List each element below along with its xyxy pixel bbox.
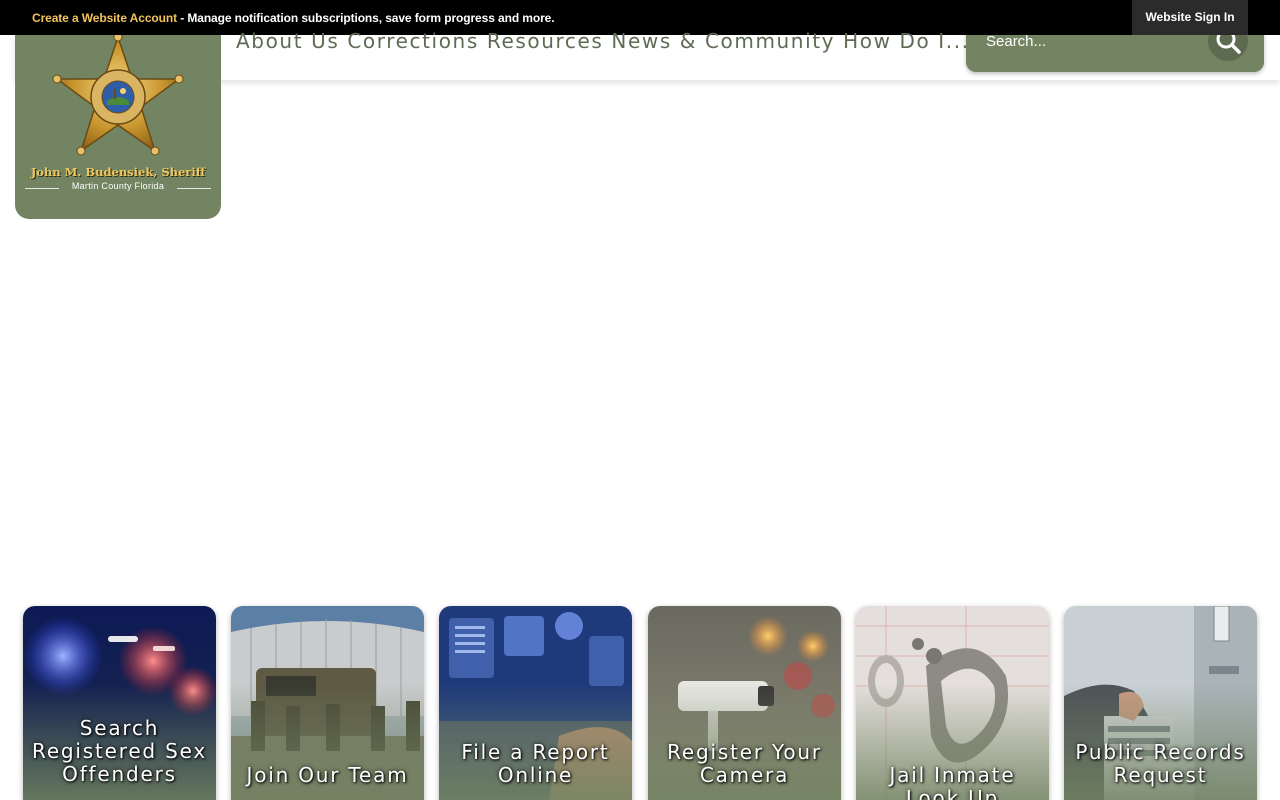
- sheriff-name: John M. Budensiek, Sheriff: [30, 165, 206, 179]
- tile-label: File a Report Online: [461, 740, 610, 787]
- quick-links: Search Registered Sex Offenders Join Our…: [23, 606, 1263, 800]
- nav-item-corrections[interactable]: Corrections: [347, 28, 479, 54]
- create-account-link[interactable]: Create a Website Account: [32, 11, 177, 25]
- tile-register-camera[interactable]: Register Your Camera: [648, 606, 841, 800]
- account-notice-text: - Manage notification subscriptions, sav…: [176, 11, 555, 25]
- search-input[interactable]: Search...: [986, 33, 1046, 50]
- sign-in-button[interactable]: Website Sign In: [1132, 0, 1248, 35]
- tile-label: Public Records Request: [1075, 740, 1246, 787]
- sheriff-logo[interactable]: John M. Budensiek, Sheriff Martin County…: [15, 35, 221, 219]
- account-notice: Create a Website Account - Manage notifi…: [32, 11, 555, 25]
- tile-public-records[interactable]: Public Records Request: [1064, 606, 1257, 800]
- tile-label: Search Registered Sex Offenders: [32, 716, 207, 786]
- county-name: Martin County Florida: [71, 181, 165, 191]
- tile-label: Jail Inmate Look Up: [889, 763, 1016, 800]
- tile-label: Register Your Camera: [667, 740, 822, 787]
- nav-item-news-community[interactable]: News & Community: [611, 28, 835, 54]
- nav-item-how-do-i[interactable]: How Do I...: [843, 28, 970, 54]
- tile-file-report-online[interactable]: File a Report Online: [439, 606, 632, 800]
- sheriff-star-badge-icon: [52, 35, 184, 156]
- tile-sex-offenders[interactable]: Search Registered Sex Offenders: [23, 606, 216, 800]
- tile-label: Join Our Team: [246, 763, 409, 787]
- nav-item-resources[interactable]: Resources: [487, 28, 604, 54]
- main-nav: About Us Corrections Resources News & Co…: [236, 28, 970, 54]
- nav-item-about-us[interactable]: About Us: [236, 28, 339, 54]
- tile-jail-inmate-lookup[interactable]: Jail Inmate Look Up: [856, 606, 1049, 800]
- tile-join-our-team[interactable]: Join Our Team: [231, 606, 424, 800]
